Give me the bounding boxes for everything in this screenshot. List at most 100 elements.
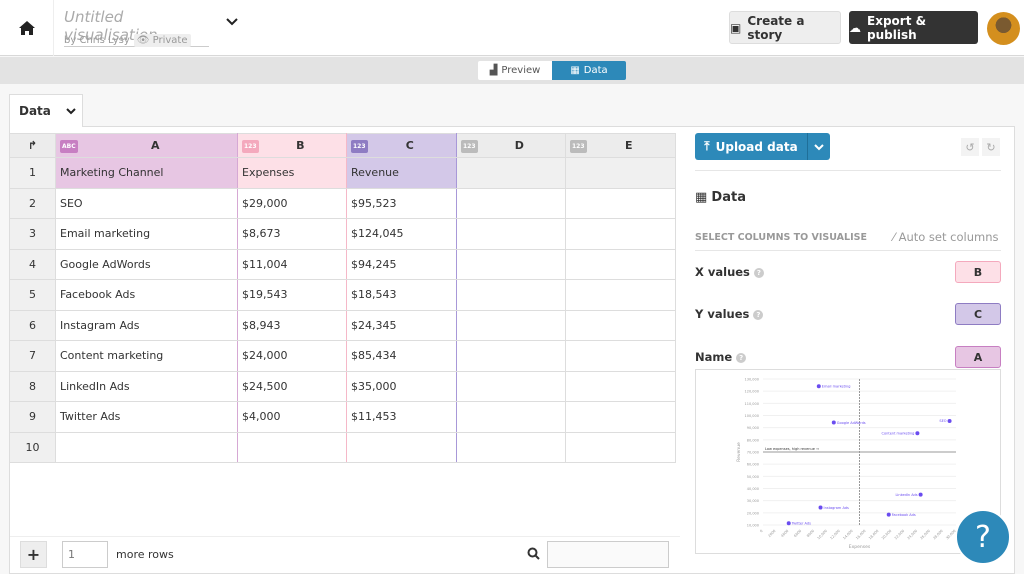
cell[interactable]: LinkedIn Ads	[55, 370, 238, 402]
redo-button[interactable]: ↻	[982, 138, 1000, 156]
chevron-down-icon[interactable]	[224, 14, 240, 30]
rows-count-input[interactable]: 1	[62, 541, 108, 568]
cell[interactable]: Instagram Ads	[55, 309, 238, 341]
home-button[interactable]	[0, 0, 54, 56]
help-icon[interactable]: ?	[753, 267, 764, 278]
x-tick-label: 18,000	[868, 529, 879, 540]
cell[interactable]	[456, 431, 566, 463]
cell[interactable]: SEO	[55, 187, 238, 219]
privacy-badge[interactable]: 👁 Private	[133, 34, 191, 47]
cell[interactable]	[565, 370, 676, 402]
cell[interactable]	[565, 279, 676, 311]
cell[interactable]	[456, 218, 566, 250]
cell[interactable]: $4,000	[237, 401, 347, 433]
table-row: 3 Email marketing $8,673 $124,045	[9, 218, 676, 250]
cell[interactable]	[237, 431, 347, 463]
data-grid: ↱ ABC A 123 B 123 C 123 D 123 E 1 Marketing Channel E…	[9, 133, 676, 463]
cell[interactable]	[456, 401, 566, 433]
cell[interactable]: $24,500	[237, 370, 347, 402]
upload-data-button[interactable]: ⤒ Upload data	[695, 133, 807, 160]
search-input[interactable]	[547, 541, 669, 568]
y-tick-label: 80,000	[747, 438, 759, 442]
cell[interactable]	[55, 431, 238, 463]
cell[interactable]: Marketing Channel	[55, 157, 238, 189]
add-rows-button[interactable]: +	[20, 541, 47, 568]
help-icon[interactable]: ?	[736, 352, 747, 363]
cell[interactable]	[456, 370, 566, 402]
help-icon[interactable]: ?	[753, 309, 764, 320]
cell[interactable]	[346, 431, 457, 463]
column-header-A[interactable]: ABC A	[55, 133, 238, 158]
cell[interactable]: $24,345	[346, 309, 457, 341]
cell[interactable]	[456, 279, 566, 311]
y-tick-label: 60,000	[747, 463, 759, 467]
cell[interactable]: $11,004	[237, 248, 347, 280]
chart-preview[interactable]: 10,000 20,000 30,000 40,000 50,000 60,000 70,0…	[695, 369, 1001, 554]
column-letter: E	[625, 138, 633, 152]
cloud-upload-icon: ☁	[849, 20, 861, 35]
column-header-C[interactable]: 123 C	[346, 133, 457, 158]
data-label: Data	[583, 65, 608, 76]
cell[interactable]: Content marketing	[55, 340, 238, 372]
sheet-tab-label: Data	[19, 104, 51, 118]
cell[interactable]: $124,045	[346, 218, 457, 250]
cell[interactable]: $8,943	[237, 309, 347, 341]
cell[interactable]	[456, 187, 566, 219]
cell[interactable]: Facebook Ads	[55, 279, 238, 311]
table-row: 2 SEO $29,000 $95,523	[9, 187, 676, 219]
transpose-button[interactable]: ↱	[9, 133, 56, 158]
rows-count-value: 1	[68, 548, 75, 561]
cell[interactable]	[565, 157, 676, 189]
preview-tab[interactable]: ▟ Preview	[478, 61, 552, 80]
cell[interactable]	[565, 431, 676, 463]
cell[interactable]	[456, 157, 566, 189]
cell[interactable]	[565, 401, 676, 433]
chevron-down-icon	[66, 108, 76, 115]
upload-options-button[interactable]	[807, 133, 830, 160]
cell[interactable]: Email marketing	[55, 218, 238, 250]
cell[interactable]: $29,000	[237, 187, 347, 219]
cell[interactable]: $95,523	[346, 187, 457, 219]
create-story-button[interactable]: ▣ Create a story	[729, 11, 841, 44]
table-row: 6 Instagram Ads $8,943 $24,345	[9, 309, 676, 341]
cell[interactable]: $24,000	[237, 340, 347, 372]
upload-label: Upload data	[715, 139, 798, 154]
column-header-E[interactable]: 123 E	[565, 133, 676, 158]
y-tick-label: 130,000	[745, 378, 759, 382]
column-selector[interactable]: C	[955, 303, 1001, 325]
cell[interactable]	[456, 309, 566, 341]
column-selector[interactable]: A	[955, 346, 1001, 368]
cell[interactable]: $35,000	[346, 370, 457, 402]
column-header-D[interactable]: 123 D	[456, 133, 566, 158]
point-label: Email marketing	[822, 385, 851, 389]
auto-set-columns-button[interactable]: ⁄ Auto set columns	[893, 230, 999, 244]
cell[interactable]	[456, 248, 566, 280]
cell[interactable]: $8,673	[237, 218, 347, 250]
cell[interactable]: $11,453	[346, 401, 457, 433]
binding-label-text: X values	[695, 265, 750, 279]
cell[interactable]: $19,543	[237, 279, 347, 311]
cell[interactable]	[565, 218, 676, 250]
column-header-B[interactable]: 123 B	[237, 133, 347, 158]
help-button[interactable]: ?	[955, 509, 1011, 565]
undo-button[interactable]: ↺	[961, 138, 979, 156]
cell[interactable]: Google AdWords	[55, 248, 238, 280]
x-tick-label: 12,000	[829, 529, 840, 540]
cell[interactable]: Twitter Ads	[55, 401, 238, 433]
cell[interactable]: $85,434	[346, 340, 457, 372]
y-tick-label: 120,000	[745, 390, 759, 394]
sheet-tab[interactable]: Data	[9, 94, 83, 127]
cell[interactable]: $18,543	[346, 279, 457, 311]
data-tab[interactable]: ▦ Data	[552, 61, 626, 80]
cell[interactable]: Expenses	[237, 157, 347, 189]
cell[interactable]	[456, 340, 566, 372]
cell[interactable]	[565, 248, 676, 280]
cell[interactable]	[565, 340, 676, 372]
export-publish-button[interactable]: ☁ Export & publish	[849, 11, 978, 44]
column-selector[interactable]: B	[955, 261, 1001, 283]
cell[interactable]: Revenue	[346, 157, 457, 189]
cell[interactable]	[565, 309, 676, 341]
avatar[interactable]	[987, 12, 1020, 45]
cell[interactable]	[565, 187, 676, 219]
cell[interactable]: $94,245	[346, 248, 457, 280]
